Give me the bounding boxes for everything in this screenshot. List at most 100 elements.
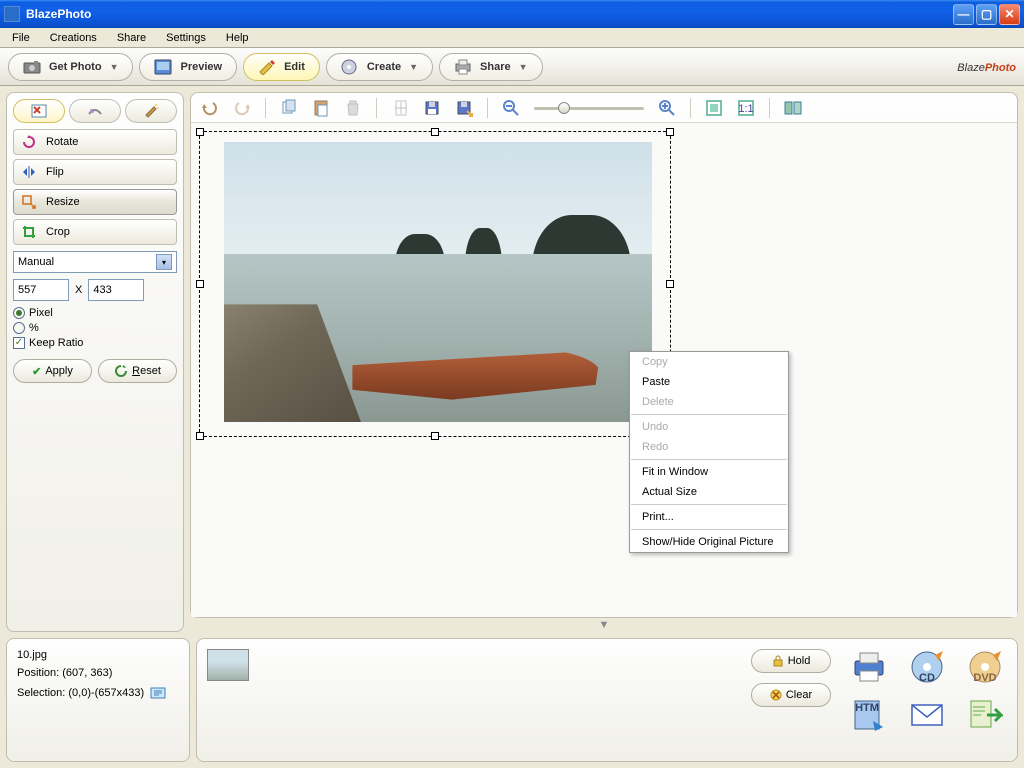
basic-edit-tab[interactable] bbox=[13, 99, 65, 123]
export-action[interactable] bbox=[967, 697, 1003, 733]
ctx-delete[interactable]: Delete bbox=[630, 392, 788, 412]
titlebar: BlazePhoto — ▢ ✕ bbox=[0, 0, 1024, 28]
cancel-icon bbox=[770, 689, 782, 701]
email-action[interactable] bbox=[909, 697, 945, 733]
zoom-in-button[interactable] bbox=[658, 99, 676, 117]
burn-dvd-action[interactable]: DVD bbox=[967, 649, 1003, 685]
menu-creations[interactable]: Creations bbox=[42, 30, 105, 46]
resize-handle[interactable] bbox=[196, 280, 204, 288]
resize-button[interactable]: Resize bbox=[13, 189, 177, 215]
share-button[interactable]: Share ▼ bbox=[439, 53, 543, 81]
printer-icon bbox=[454, 59, 472, 75]
ctx-print[interactable]: Print... bbox=[630, 507, 788, 527]
ctx-fit[interactable]: Fit in Window bbox=[630, 462, 788, 482]
keep-ratio-checkbox[interactable]: ✓Keep Ratio bbox=[13, 337, 177, 349]
menu-share[interactable]: Share bbox=[109, 30, 154, 46]
resize-handle[interactable] bbox=[196, 128, 204, 136]
get-photo-button[interactable]: Get Photo ▼ bbox=[8, 53, 133, 81]
reset-label: Reset bbox=[132, 365, 161, 377]
menubar: File Creations Share Settings Help bbox=[0, 28, 1024, 48]
maximize-button[interactable]: ▢ bbox=[976, 4, 997, 25]
menu-file[interactable]: File bbox=[4, 30, 38, 46]
undo-button[interactable] bbox=[201, 99, 219, 117]
compare-button[interactable] bbox=[784, 99, 802, 117]
crop-button[interactable]: Crop bbox=[13, 219, 177, 245]
burn-cd-action[interactable]: CD bbox=[909, 649, 945, 685]
create-button[interactable]: Create ▼ bbox=[326, 53, 433, 81]
paste-button[interactable] bbox=[312, 99, 330, 117]
edit-button[interactable]: Edit bbox=[243, 53, 320, 81]
save-disk-button[interactable] bbox=[423, 99, 441, 117]
ctx-actual[interactable]: Actual Size bbox=[630, 482, 788, 502]
delete-button[interactable] bbox=[344, 99, 362, 117]
apply-button[interactable]: ✔ Apply bbox=[13, 359, 92, 383]
context-menu: Copy Paste Delete Undo Redo Fit in Windo… bbox=[629, 351, 789, 553]
hold-button[interactable]: Hold bbox=[751, 649, 831, 673]
edit-canvas-panel: 1:1 bbox=[190, 92, 1018, 618]
svg-text:HTM: HTM bbox=[855, 702, 879, 714]
ctx-redo[interactable]: Redo bbox=[630, 437, 788, 457]
canvas[interactable] bbox=[191, 123, 1017, 617]
percent-radio[interactable]: % bbox=[13, 322, 177, 334]
resize-handle[interactable] bbox=[431, 128, 439, 136]
app-icon bbox=[4, 6, 20, 22]
resize-handle[interactable] bbox=[431, 432, 439, 440]
resize-handle[interactable] bbox=[666, 280, 674, 288]
resize-handle[interactable] bbox=[666, 128, 674, 136]
flip-button[interactable]: Flip bbox=[13, 159, 177, 185]
pixel-radio[interactable]: Pixel bbox=[13, 307, 177, 319]
filmstrip-panel: Hold Clear CD DVD HTM bbox=[196, 638, 1018, 762]
reset-button[interactable]: Reset bbox=[98, 359, 177, 383]
actual-size-button[interactable]: 1:1 bbox=[737, 99, 755, 117]
resize-handle[interactable] bbox=[196, 432, 204, 440]
menu-settings[interactable]: Settings bbox=[158, 30, 214, 46]
dropdown-arrow-icon: ▼ bbox=[409, 62, 418, 72]
resize-mode-dropdown[interactable]: Manual ▾ bbox=[13, 251, 177, 273]
fit-window-button[interactable] bbox=[705, 99, 723, 117]
edit-icon bbox=[258, 59, 276, 75]
html-export-action[interactable]: HTM bbox=[851, 697, 887, 733]
width-input[interactable] bbox=[13, 279, 69, 301]
save-as-button[interactable] bbox=[455, 99, 473, 117]
selection-marquee[interactable] bbox=[199, 131, 671, 437]
image-preview bbox=[224, 142, 652, 422]
ctx-paste[interactable]: Paste bbox=[630, 372, 788, 392]
position-label: Position: (607, 363) bbox=[17, 667, 179, 679]
rotate-button[interactable]: Rotate bbox=[13, 129, 177, 155]
print-action[interactable] bbox=[851, 649, 887, 685]
resize-icon bbox=[22, 195, 36, 209]
ctx-undo[interactable]: Undo bbox=[630, 417, 788, 437]
flip-icon bbox=[22, 165, 36, 179]
reset-icon bbox=[114, 364, 128, 378]
preview-button[interactable]: Preview bbox=[139, 53, 237, 81]
svg-text:CD: CD bbox=[919, 672, 935, 684]
crop-icon bbox=[22, 225, 36, 239]
save-button[interactable] bbox=[391, 99, 409, 117]
copy-button[interactable] bbox=[280, 99, 298, 117]
info-icon[interactable] bbox=[150, 685, 166, 701]
collapse-bar[interactable]: ▼ bbox=[190, 618, 1018, 632]
redo-button[interactable] bbox=[233, 99, 251, 117]
effects-tab[interactable] bbox=[125, 99, 177, 123]
edit-tools-panel: Rotate Flip Resize Crop Manual ▾ X bbox=[6, 92, 184, 632]
enhance-tab[interactable] bbox=[69, 99, 121, 123]
height-input[interactable] bbox=[88, 279, 144, 301]
selection-label: Selection: (0,0)-(657x433) bbox=[17, 687, 144, 699]
window-title: BlazePhoto bbox=[26, 7, 953, 21]
ctx-showhide[interactable]: Show/Hide Original Picture bbox=[630, 532, 788, 552]
close-button[interactable]: ✕ bbox=[999, 4, 1020, 25]
minimize-button[interactable]: — bbox=[953, 4, 974, 25]
preview-icon bbox=[154, 59, 172, 75]
rotate-icon bbox=[22, 135, 36, 149]
menu-help[interactable]: Help bbox=[218, 30, 257, 46]
lock-icon bbox=[772, 655, 784, 667]
zoom-out-button[interactable] bbox=[502, 99, 520, 117]
dimension-x-label: X bbox=[75, 284, 82, 296]
camera-icon bbox=[23, 59, 41, 75]
ctx-copy[interactable]: Copy bbox=[630, 352, 788, 372]
zoom-slider[interactable] bbox=[534, 103, 644, 113]
brand-logo: BlazePhoto bbox=[957, 58, 1016, 75]
main-toolbar: Get Photo ▼ Preview Edit Create ▼ Share … bbox=[0, 48, 1024, 86]
clear-button[interactable]: Clear bbox=[751, 683, 831, 707]
thumbnail[interactable] bbox=[207, 649, 249, 681]
